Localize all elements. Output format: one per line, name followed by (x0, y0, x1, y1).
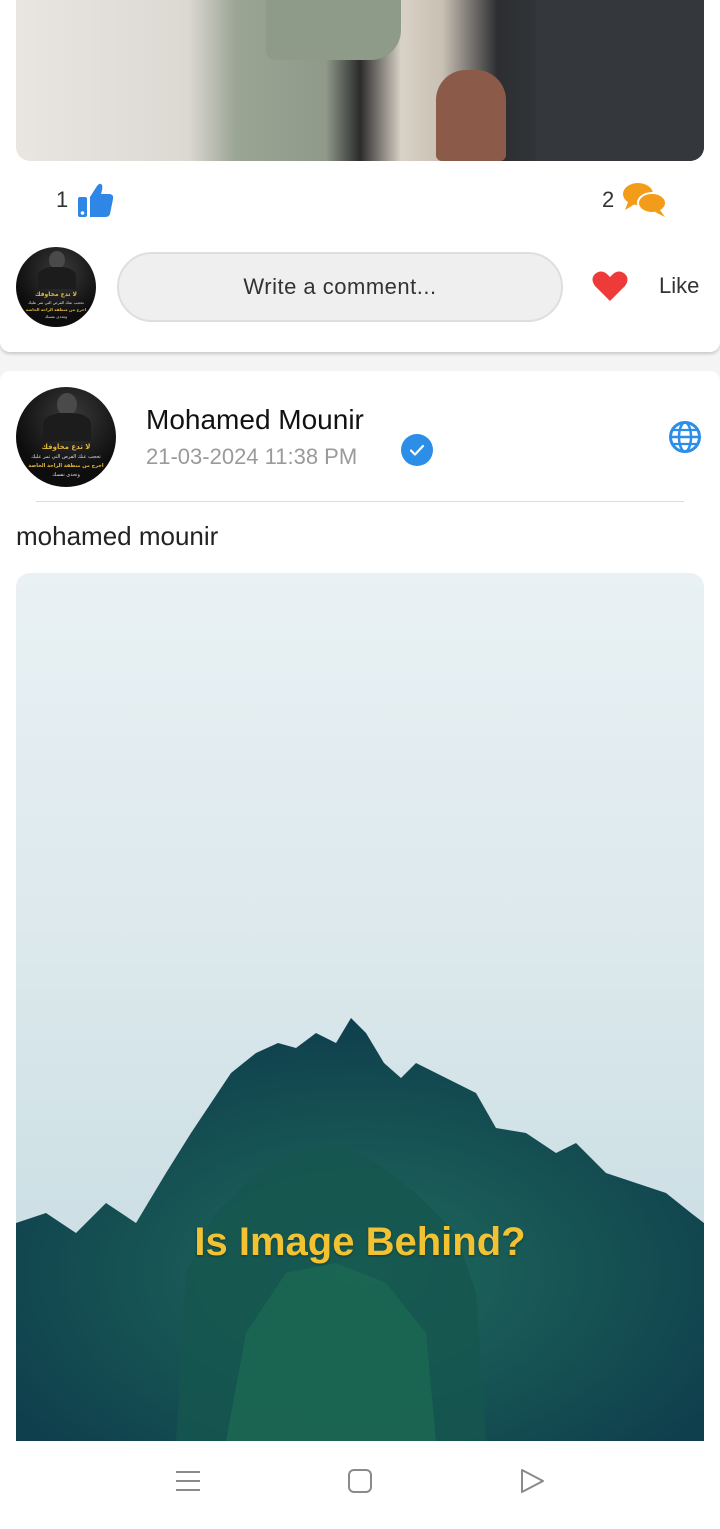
comments-icon (623, 183, 668, 217)
comment-placeholder: Write a comment... (243, 274, 437, 299)
likes-count-value: 1 (56, 187, 69, 212)
avatar-quote-line3: اخرج من منطقة الراحة الخاصة (25, 307, 87, 312)
author-name[interactable]: Mohamed Mounir (146, 404, 364, 436)
globe-icon[interactable] (668, 420, 702, 454)
pine-trees-illustration (16, 1018, 704, 1441)
post-text: mohamed mounir (16, 521, 219, 551)
commenter-avatar[interactable]: لا تدع مخاوفك تحجب عنك الفرص التي تمر عل… (16, 247, 96, 327)
thumbs-up-icon (78, 183, 114, 217)
verified-badge-icon (401, 434, 433, 466)
like-button[interactable]: Like (659, 273, 699, 299)
back-triangle-icon[interactable] (518, 1467, 546, 1495)
likes-count[interactable]: 1 (56, 180, 116, 220)
header-divider (36, 501, 684, 502)
avatar-quote-line3: اخرج من منطقة الراحة الخاصة (28, 463, 104, 469)
previous-post-card: 1 2 لا تدع مخاوفك تحجب عنك الفرص التي تم… (0, 0, 720, 352)
avatar-quote-line4: وتحدى نفسك (44, 314, 68, 319)
avatar-quote-line2: تحجب عنك الفرص التي تمر عليك (28, 300, 84, 305)
home-square-icon[interactable] (346, 1467, 374, 1495)
comments-count[interactable]: 2 (602, 180, 668, 220)
comments-count-value: 2 (602, 187, 615, 212)
previous-post-image[interactable] (16, 0, 704, 161)
image-caption: Is Image Behind? (194, 1220, 526, 1264)
comment-input[interactable]: Write a comment... (117, 252, 563, 322)
avatar-quote-line1: لا تدع مخاوفك (41, 443, 91, 451)
author-avatar[interactable]: لا تدع مخاوفك تحجب عنك الفرص التي تمر عل… (16, 387, 116, 487)
heart-icon[interactable] (592, 270, 628, 302)
menu-icon[interactable] (174, 1467, 202, 1495)
post-image[interactable] (16, 573, 704, 1441)
avatar-quote-line1: لا تدع مخاوفك (35, 291, 77, 298)
post-timestamp: 21-03-2024 11:38 PM (146, 444, 358, 469)
avatar-quote-line4: وتحدى نفسك (52, 472, 80, 478)
system-navigation-bar (0, 1441, 720, 1529)
avatar-quote-line2: تحجب عنك الفرص التي تمر عليك (31, 454, 101, 460)
